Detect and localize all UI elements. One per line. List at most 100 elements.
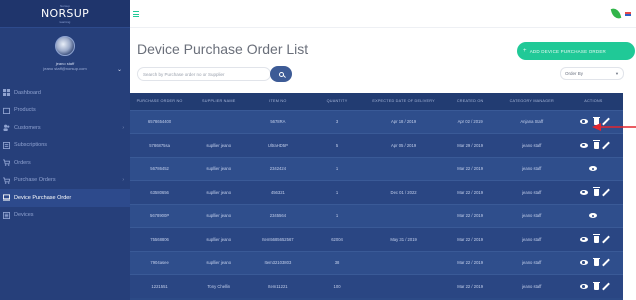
language-flag-icon[interactable] [625, 12, 631, 16]
cell-po: 6578654400 [147, 119, 172, 125]
cell-qty: 1 [335, 189, 339, 195]
cell-po: 5786875sa [149, 142, 170, 148]
edit-icon[interactable] [602, 258, 610, 267]
table-row[interactable]: 1221551 Tony Chellin Item11221 100 Mar 22 / … [130, 274, 623, 299]
table-row[interactable]: 7904asee supllier jeano Item32103803 38 Mar … [130, 251, 623, 275]
column-header: ACTIONS [584, 99, 603, 104]
column-header[interactable]: QUANTITY [307, 93, 366, 110]
delete-icon[interactable] [592, 234, 600, 243]
cell-delivery: May 31 / 2019 [390, 236, 417, 242]
cell-delivery [367, 204, 441, 228]
cell-item: UltraHD5P [267, 142, 288, 148]
menu-toggle-icon[interactable] [133, 11, 139, 17]
search-icon [278, 71, 284, 77]
sidebar-item-subscriptions[interactable]: Subscriptions [0, 137, 130, 155]
column-header[interactable]: PURCHASE ORDER NO [130, 93, 189, 110]
delete-icon[interactable] [592, 140, 600, 149]
table-row[interactable]: 63580656 supllier jeano 456321 1 Dec 01 / 20… [130, 180, 623, 204]
chevron-down-icon[interactable]: ⌄ [117, 66, 122, 73]
order-by-select[interactable]: Order By ▼ [560, 67, 624, 80]
user-profile[interactable]: jeano staff jeano staff@norsup.com ⌄ [0, 28, 130, 84]
devices-icon [3, 211, 10, 219]
sidebar-item-devices[interactable]: Devices [0, 207, 130, 225]
sidebar-menu: Dashboard Products Customers › Subscript… [0, 84, 130, 224]
view-icon[interactable] [579, 142, 588, 148]
sidebar: Norsup NORSUP learning jeano staff jeano… [0, 0, 130, 300]
sidebar-item-purchase-orders[interactable]: Purchase Orders › [0, 172, 130, 190]
column-header[interactable]: EXPECTED DATE OF DELIVERY [367, 93, 441, 110]
cell-po: 7904asee [150, 260, 169, 266]
view-icon[interactable] [579, 189, 588, 195]
column-header[interactable]: CREATED ON [441, 93, 500, 110]
table-row[interactable]: 5786875sa supllier jeano UltraHD5P 5 Apr 05 … [130, 133, 623, 157]
cell-actions [564, 251, 623, 275]
sidebar-item-dashboard[interactable]: Dashboard [0, 84, 130, 102]
brand-logo[interactable]: Norsup NORSUP learning [0, 0, 130, 28]
table-row[interactable]: 56786452 supllier jeano 2342424 1 Mar 22 / 2… [130, 157, 623, 181]
table-row[interactable]: 5678900P supllier jeano 2345564 1 Mar 22 / 2… [130, 204, 623, 228]
users-icon [3, 124, 10, 132]
brand-sub: learning [59, 19, 71, 24]
cell-qty: 38 [334, 260, 340, 266]
caret-down-icon: ▼ [615, 71, 619, 76]
box-icon [3, 107, 10, 114]
cell-qty: 5 [335, 142, 339, 148]
cell-created: Mar 29 / 2019 [457, 142, 484, 148]
avatar [55, 36, 75, 56]
sidebar-item-label: Dashboard [14, 89, 41, 96]
edit-icon[interactable] [602, 235, 610, 244]
column-header[interactable]: ITEM NO [248, 93, 307, 110]
table-header-row: PURCHASE ORDER NO SUPPLIER NAME ITEM NO … [130, 93, 623, 110]
cell-item: Item11221 [268, 284, 288, 289]
edit-icon[interactable] [602, 141, 610, 150]
sidebar-item-label: Purchase Orders [14, 177, 56, 184]
cell-qty: 62004 [331, 236, 343, 242]
search-button[interactable] [270, 66, 292, 82]
purchase-order-table: PURCHASE ORDER NO SUPPLIER NAME ITEM NO … [130, 93, 623, 300]
cell-supplier: supllier jeano [206, 142, 232, 148]
sidebar-item-products[interactable]: Products [0, 102, 130, 120]
view-icon[interactable] [589, 213, 598, 219]
chevron-right-icon: › [122, 177, 124, 184]
edit-icon[interactable] [602, 282, 610, 291]
cell-supplier: Tony Chellin [207, 284, 231, 289]
device-icon [3, 194, 10, 201]
cell-po: 75568806 [150, 236, 169, 242]
sidebar-item-label: Orders [14, 159, 31, 166]
view-icon[interactable] [579, 236, 588, 242]
cell-po: 56786452 [150, 166, 169, 172]
column-header[interactable]: SUPPLIER NAME [189, 93, 248, 110]
view-icon[interactable] [579, 260, 588, 266]
cell-supplier: supllier jeano [206, 189, 232, 195]
cell-supplier: supllier jeano [206, 166, 232, 172]
table-row[interactable]: 6578654400 5678RA 3 Apr 18 / 2019 Apr 02 / 2… [130, 110, 623, 134]
leaf-icon[interactable] [610, 7, 622, 20]
cell-qty: 100 [333, 284, 341, 289]
cell-item: 5678RA [270, 119, 286, 125]
search-input[interactable]: Search by Purchase order no or Supplier [137, 67, 271, 81]
delete-icon[interactable] [592, 281, 600, 290]
cell-actions [564, 275, 623, 299]
cell-po: 63580656 [150, 189, 169, 195]
column-header[interactable]: CATEGORY MANAGER [500, 93, 564, 110]
table-row[interactable]: 75568806 supllier jeano Item5685652567 6200… [130, 227, 623, 251]
view-icon[interactable] [579, 119, 588, 125]
delete-icon[interactable] [592, 187, 600, 196]
cell-manager: jeano staff [522, 189, 542, 195]
view-icon[interactable] [579, 284, 588, 289]
sidebar-item-device-purchase-order[interactable]: Device Purchase Order [0, 189, 130, 207]
add-device-purchase-order-button[interactable]: + ADD DEVICE PURCHASE ORDER [517, 42, 635, 60]
cell-manager: jeano staff [522, 142, 542, 148]
delete-icon[interactable] [592, 257, 600, 267]
sidebar-item-label: Customers [14, 124, 41, 131]
cell-actions [564, 157, 623, 181]
view-icon[interactable] [589, 166, 598, 172]
sidebar-item-customers[interactable]: Customers › [0, 119, 130, 137]
cell-delivery [367, 275, 441, 299]
top-bar [130, 0, 636, 28]
edit-icon[interactable] [602, 188, 610, 197]
cell-po: 1221551 [151, 284, 168, 289]
cell-manager: jeano staff [522, 284, 542, 289]
cell-created: Mar 22 / 2019 [457, 236, 484, 242]
sidebar-item-orders[interactable]: Orders [0, 154, 130, 172]
